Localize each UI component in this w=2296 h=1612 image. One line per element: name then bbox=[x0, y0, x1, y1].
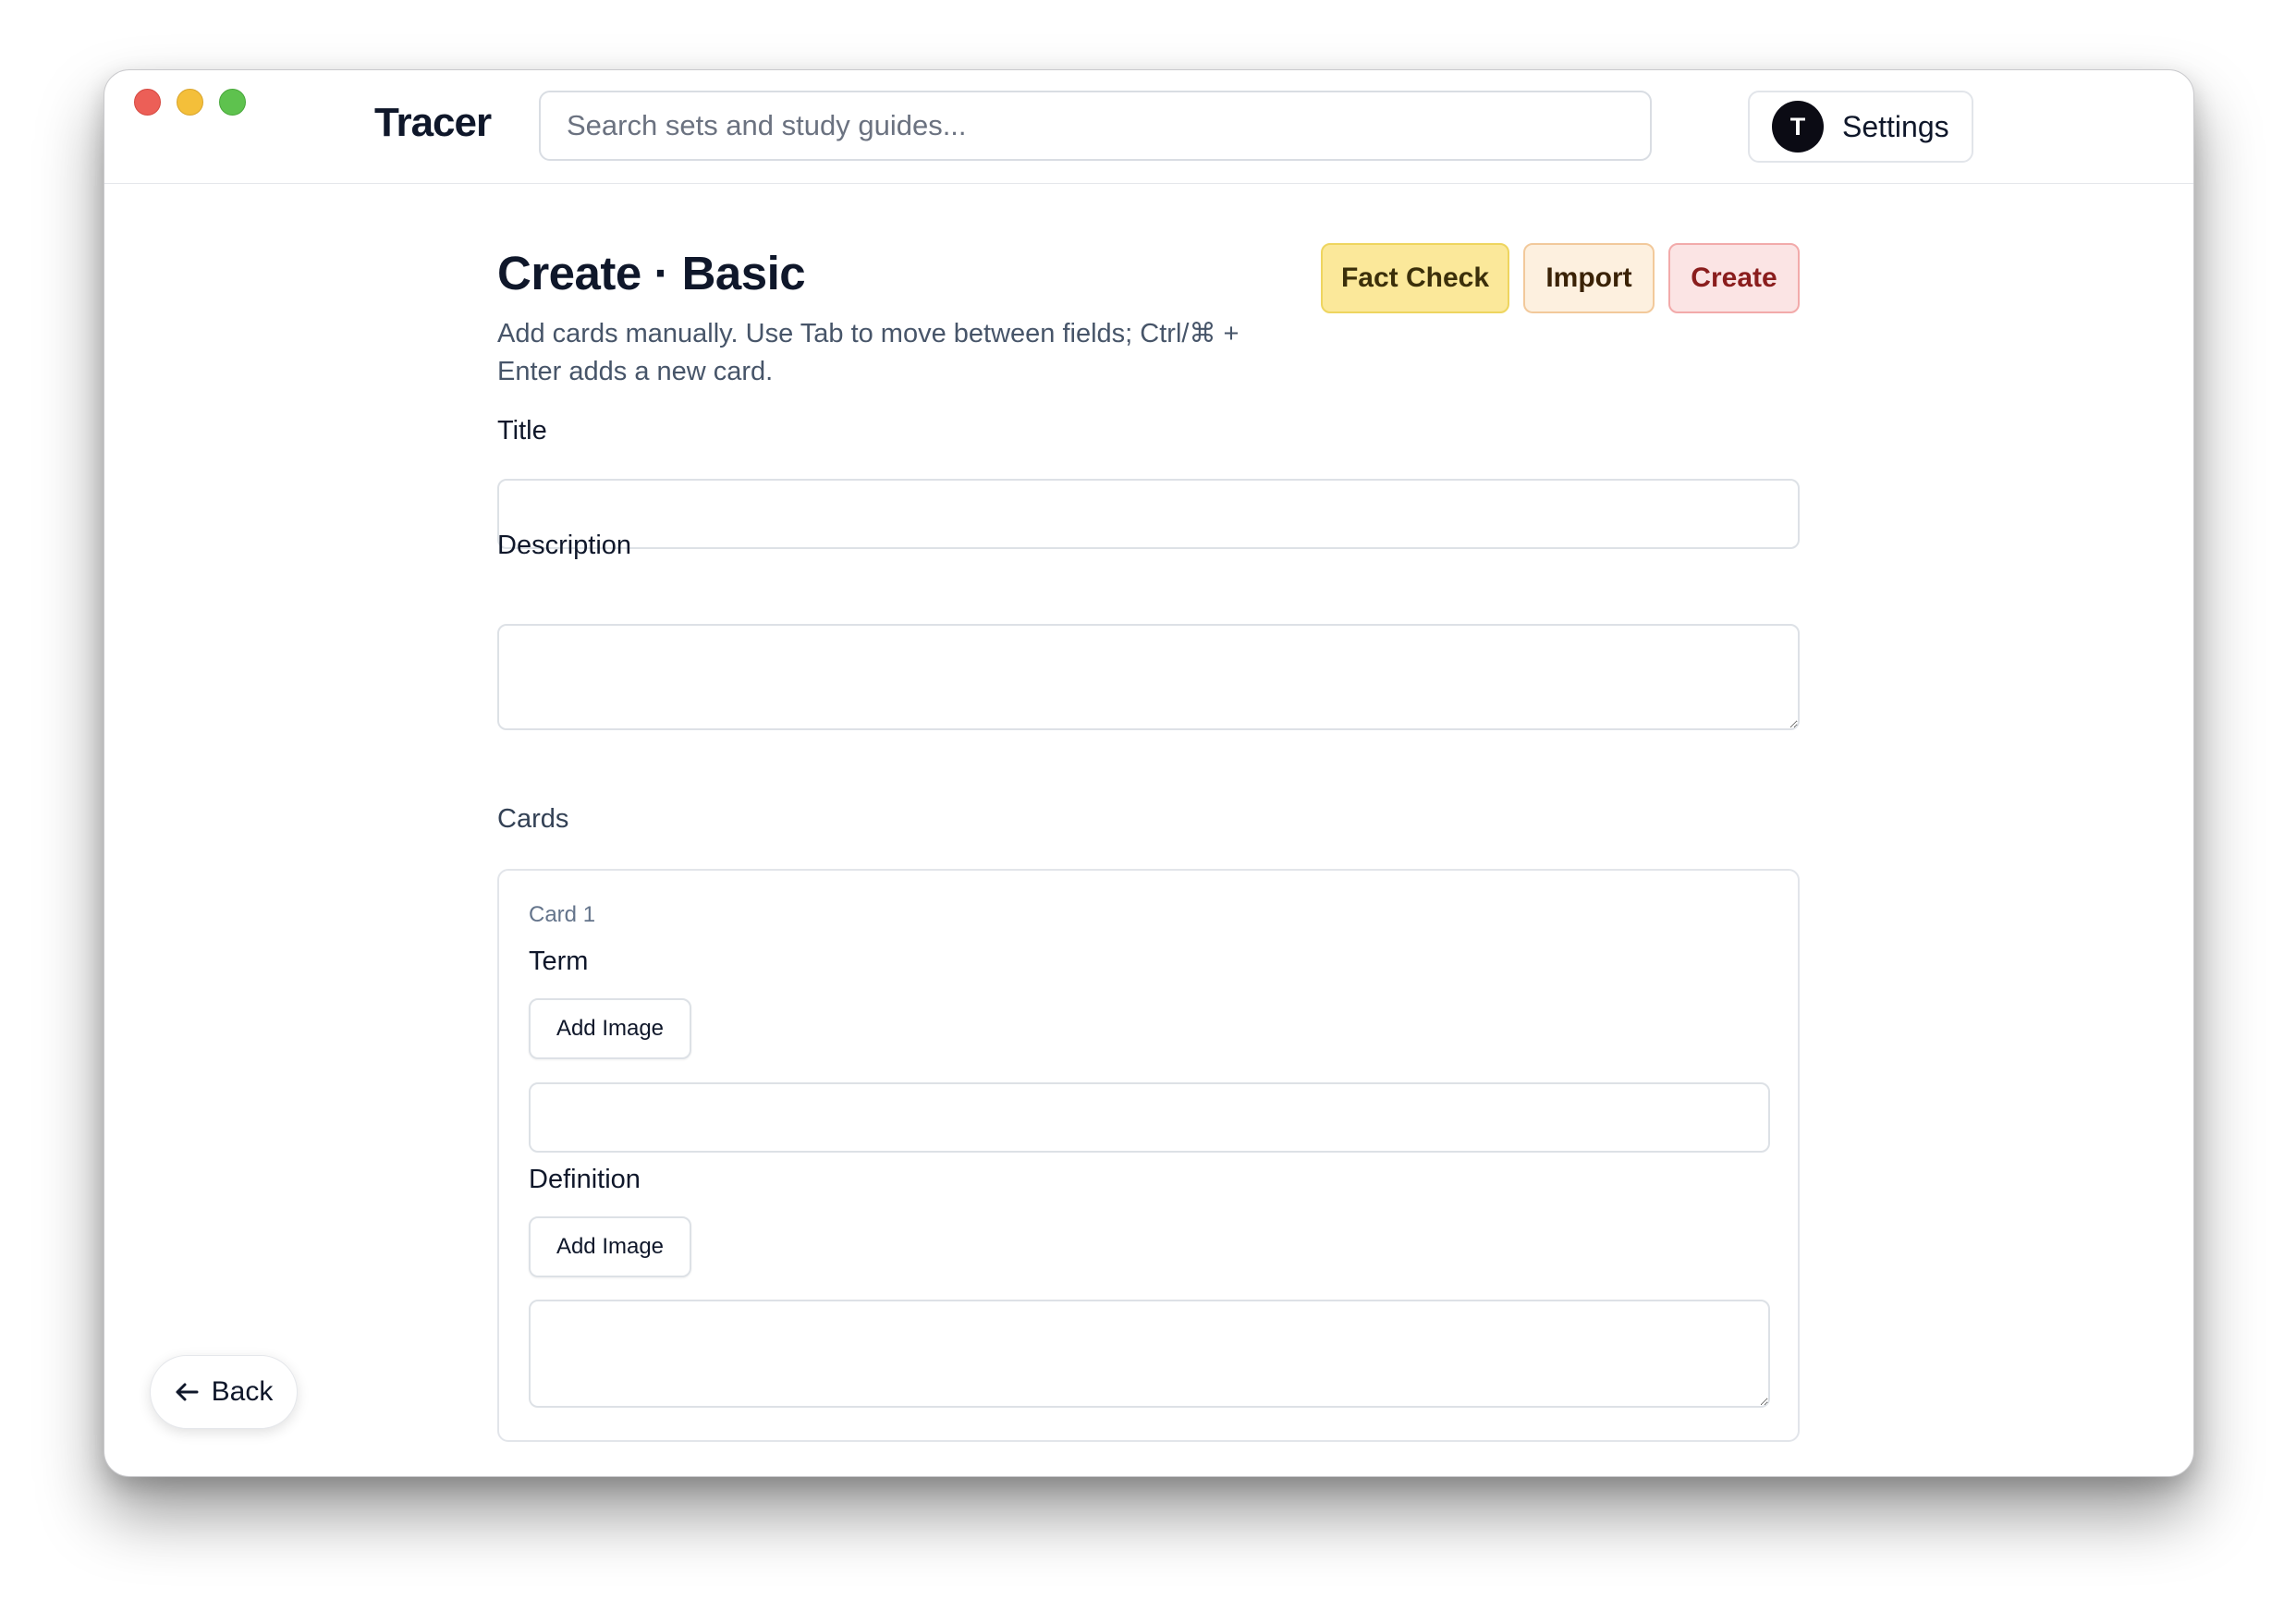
back-label: Back bbox=[211, 1376, 274, 1407]
title-input[interactable] bbox=[497, 479, 1800, 549]
title-label: Title bbox=[497, 416, 547, 446]
page-subtitle: Add cards manually. Use Tab to move betw… bbox=[497, 319, 1240, 386]
arrow-left-icon bbox=[175, 1382, 199, 1402]
settings-label: Settings bbox=[1842, 109, 1949, 143]
card-item: Card 1 Term Add Image Definition Add Ima… bbox=[497, 869, 1800, 1442]
card-number: Card 1 bbox=[529, 902, 596, 927]
app-logo[interactable]: Tracer bbox=[374, 100, 492, 146]
definition-label: Definition bbox=[529, 1165, 641, 1194]
back-button[interactable]: Back bbox=[150, 1355, 298, 1429]
import-button[interactable]: Import bbox=[1523, 243, 1655, 313]
term-add-image-button[interactable]: Add Image bbox=[529, 998, 691, 1059]
top-bar: Tracer T Settings bbox=[104, 70, 2193, 184]
definition-add-image-button[interactable]: Add Image bbox=[529, 1216, 691, 1277]
app-window: Tracer T Settings Create · Basic Add car… bbox=[104, 69, 2194, 1477]
search-input[interactable] bbox=[539, 91, 1652, 161]
avatar: T bbox=[1772, 101, 1824, 153]
create-button[interactable]: Create bbox=[1668, 243, 1800, 313]
term-label: Term bbox=[529, 946, 589, 976]
page-title: Create · Basic bbox=[497, 247, 806, 299]
description-label: Description bbox=[497, 531, 632, 560]
settings-button[interactable]: T Settings bbox=[1748, 91, 1973, 163]
fact-check-button[interactable]: Fact Check bbox=[1321, 243, 1509, 313]
definition-textarea[interactable] bbox=[529, 1300, 1770, 1408]
description-textarea[interactable] bbox=[497, 624, 1800, 730]
term-input[interactable] bbox=[529, 1082, 1770, 1153]
cards-section-label: Cards bbox=[497, 804, 569, 834]
